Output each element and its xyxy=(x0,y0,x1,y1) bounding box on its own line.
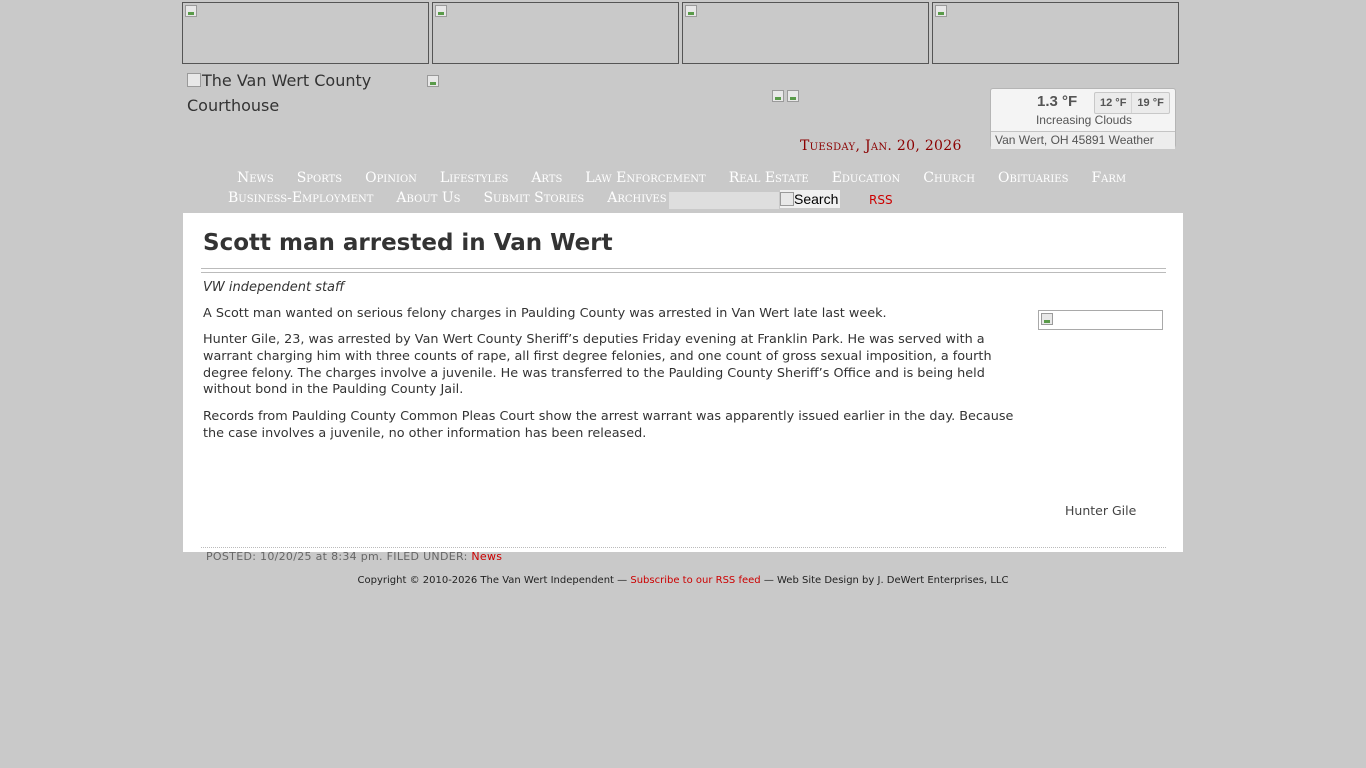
nav-arts[interactable]: Arts xyxy=(531,170,562,186)
header-icon-1[interactable] xyxy=(770,88,786,104)
weather-widget[interactable]: 1.3 °F 12 °F 19 °F Increasing Clouds Van… xyxy=(990,88,1176,149)
site-logo[interactable]: The Van Wert County Courthouse xyxy=(187,68,417,118)
broken-image-icon xyxy=(187,73,201,87)
weather-low: 12 °F xyxy=(1100,97,1127,109)
nav-news[interactable]: News xyxy=(237,170,274,186)
nav-real-estate[interactable]: Real Estate xyxy=(729,170,809,186)
main-nav-row-2: Business-Employment About Us Submit Storie… xyxy=(228,190,690,206)
article-title: Scott man arrested in Van Wert xyxy=(203,230,613,256)
nav-obituaries[interactable]: Obituaries xyxy=(998,170,1068,186)
photo-caption: Hunter Gile xyxy=(1065,503,1137,518)
article-paragraph: Records from Paulding County Common Plea… xyxy=(203,409,1014,441)
rss-feed-link[interactable]: Subscribe to our RSS feed xyxy=(630,575,760,586)
nav-business-employment[interactable]: Business-Employment xyxy=(228,190,373,206)
copyright-text: Copyright © 2010-2026 The Van Wert Indep… xyxy=(357,575,628,586)
category-link[interactable]: News xyxy=(471,550,502,563)
article-paragraph: Hunter Gile, 23, was arrested by Van Wer… xyxy=(203,332,992,398)
nav-education[interactable]: Education xyxy=(832,170,901,186)
nav-farm[interactable]: Farm xyxy=(1091,170,1126,186)
designer-credit: — Web Site Design by J. DeWert Enterpris… xyxy=(763,575,1009,586)
weather-high: 19 °F xyxy=(1131,93,1168,113)
article-paragraph: A Scott man wanted on serious felony cha… xyxy=(203,306,887,321)
weather-temperature: 1.3 °F xyxy=(1037,93,1078,110)
weather-location-link[interactable]: Van Wert, OH 45891 Weather xyxy=(991,131,1175,149)
banner-ad-1[interactable] xyxy=(182,2,429,64)
nav-about-us[interactable]: About Us xyxy=(396,190,460,206)
article-byline: VW independent staff xyxy=(203,280,345,295)
nav-lifestyles[interactable]: Lifestyles xyxy=(440,170,508,186)
post-meta: POSTED: 10/20/25 at 8:34 pm. FILED UNDER… xyxy=(206,550,502,563)
search-button-label: Search xyxy=(794,190,839,207)
main-nav-row-1: News Sports Opinion Lifestyles Arts Law Enfor… xyxy=(237,170,1149,186)
nav-opinion[interactable]: Opinion xyxy=(365,170,417,186)
article-container: Scott man arrested in Van Wert VW indepe… xyxy=(183,213,1183,552)
search-button[interactable]: Search xyxy=(780,190,840,208)
header-icon-2[interactable] xyxy=(785,88,801,104)
nav-submit-stories[interactable]: Submit Stories xyxy=(483,190,584,206)
title-divider xyxy=(201,268,1166,273)
rss-link[interactable]: RSS xyxy=(869,193,893,207)
weather-condition: Increasing Clouds xyxy=(1035,113,1133,127)
post-meta-text: POSTED: 10/20/25 at 8:34 pm. FILED UNDER… xyxy=(206,550,468,563)
copyright-footer: Copyright © 2010-2026 The Van Wert Indep… xyxy=(0,575,1366,586)
current-date: Tuesday, Jan. 20, 2026 xyxy=(800,138,962,154)
banner-ad-2[interactable] xyxy=(432,2,679,64)
nav-sports[interactable]: Sports xyxy=(297,170,342,186)
content-divider xyxy=(201,547,1166,548)
search-input[interactable] xyxy=(669,192,779,209)
header-image xyxy=(425,73,441,89)
weather-hi-lo: 12 °F 19 °F xyxy=(1094,92,1170,114)
nav-law-enforcement[interactable]: Law Enforcement xyxy=(585,170,705,186)
article-photo xyxy=(1038,310,1163,330)
banner-ad-3[interactable] xyxy=(682,2,929,64)
logo-alt-text: The Van Wert County Courthouse xyxy=(187,71,372,115)
nav-archives[interactable]: Archives xyxy=(607,190,666,206)
nav-church[interactable]: Church xyxy=(923,170,975,186)
banner-ad-4[interactable] xyxy=(932,2,1179,64)
broken-image-icon xyxy=(780,191,794,206)
